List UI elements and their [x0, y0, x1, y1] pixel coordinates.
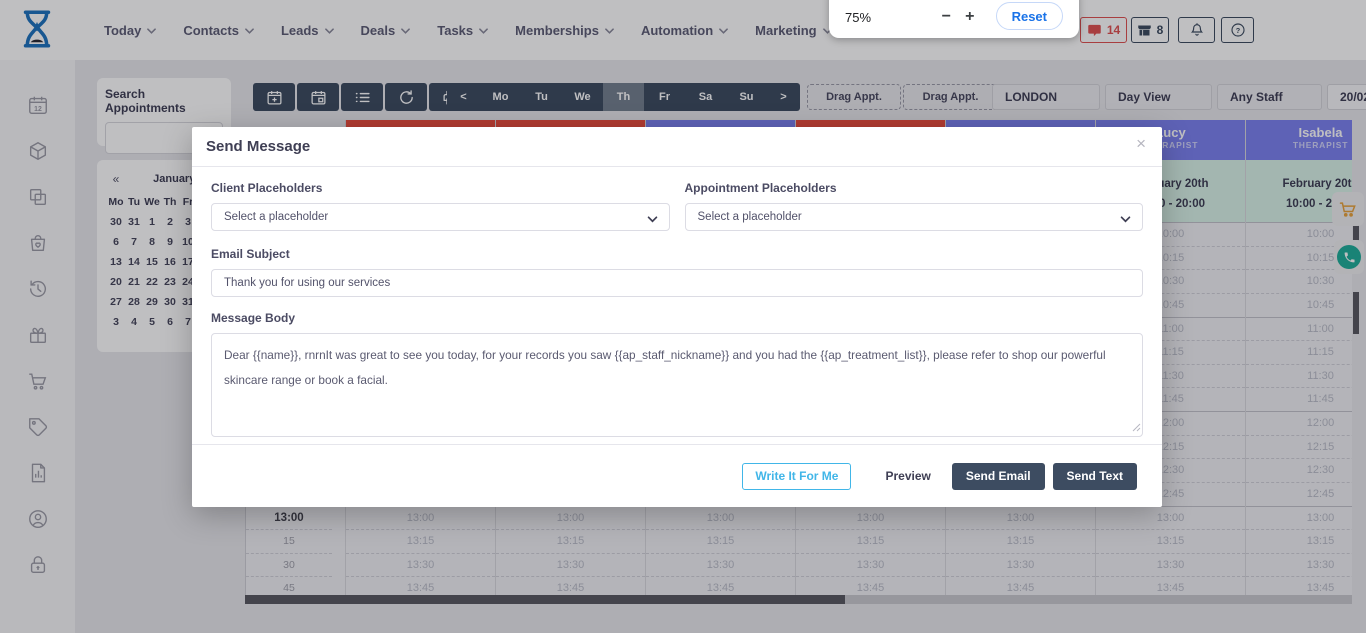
zoom-in-button[interactable]: + — [958, 4, 982, 30]
modal-title: Send Message — [206, 138, 310, 155]
email-subject-label: Email Subject — [211, 247, 1143, 261]
preview-button[interactable]: Preview — [881, 463, 934, 490]
client-placeholders-select[interactable]: Select a placeholder — [211, 203, 670, 231]
message-body-textarea[interactable]: Dear {{name}}, rnrnIt was great to see y… — [211, 333, 1143, 437]
zoom-out-button[interactable]: − — [934, 4, 958, 30]
send-email-button[interactable]: Send Email — [952, 463, 1045, 490]
appointment-placeholders-label: Appointment Placeholders — [685, 181, 1144, 195]
client-placeholders-label: Client Placeholders — [211, 181, 670, 195]
application-root: TodayContactsLeadsDealsTasksMembershipsA… — [0, 0, 1366, 633]
write-it-for-me-button[interactable]: Write It For Me — [742, 463, 851, 490]
chevron-down-icon — [1120, 214, 1131, 226]
modal-footer: Write It For Me Preview Send Email Send … — [192, 444, 1162, 507]
browser-zoom-popup: 75% − + Reset — [829, 0, 1079, 38]
modal-body: Client Placeholders Select a placeholder… — [192, 167, 1162, 442]
zoom-level: 75% — [845, 10, 908, 25]
close-icon[interactable]: × — [1136, 135, 1146, 152]
email-subject-input[interactable] — [211, 269, 1143, 297]
send-text-button[interactable]: Send Text — [1053, 463, 1137, 490]
chevron-down-icon — [647, 214, 658, 226]
appointment-placeholders-select[interactable]: Select a placeholder — [685, 203, 1144, 231]
send-message-modal: Send Message × Client Placeholders Selec… — [192, 127, 1162, 507]
modal-header: Send Message × — [192, 127, 1162, 167]
message-body-label: Message Body — [211, 311, 1143, 325]
zoom-reset-button[interactable]: Reset — [996, 2, 1063, 30]
